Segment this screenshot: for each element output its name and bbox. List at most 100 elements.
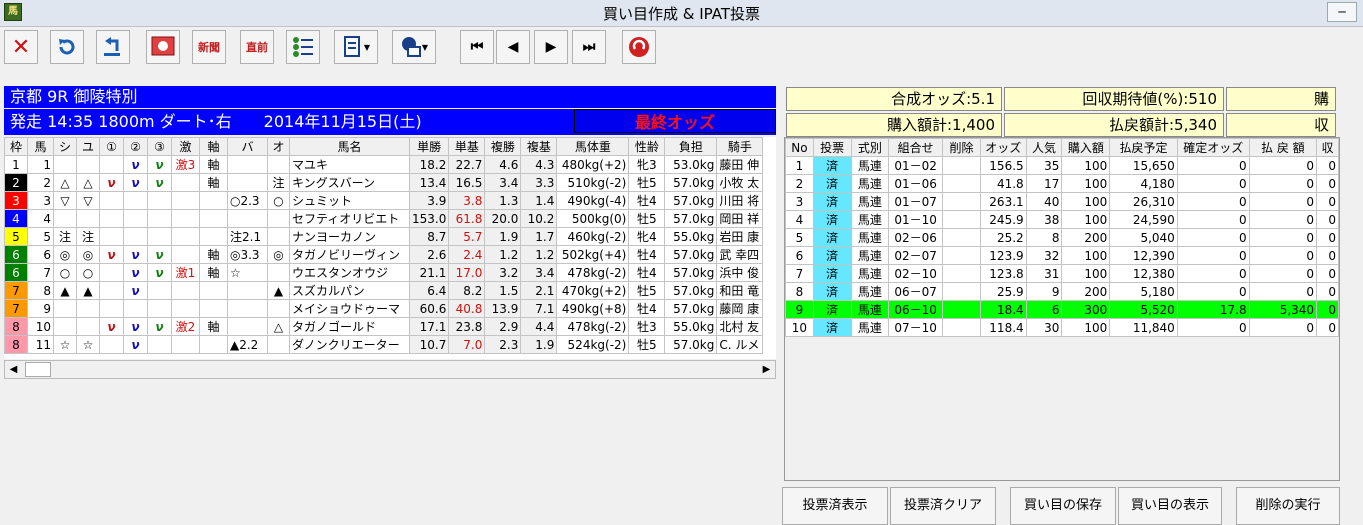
- horse-row[interactable]: 5 5 注注注2.1 ナンヨーカノン 8.7 5.7 1.9 1.7 460kg(-2) 牝4 55…: [4, 227, 764, 246]
- horse-row[interactable]: 7 9 メイショウドゥーマ 60.6 40.8 13.9 7.1 490kg(+8) 牡4 57.…: [4, 299, 764, 318]
- scroll-thumb[interactable]: [25, 362, 51, 377]
- bet-col-header[interactable]: 払 戻 額: [1248, 138, 1318, 157]
- next-race-button[interactable]: ▶: [534, 30, 568, 64]
- bet-col-header[interactable]: 式別: [850, 138, 890, 157]
- horse-col-header[interactable]: バ: [227, 137, 268, 156]
- bet-col-header[interactable]: 収: [1316, 138, 1339, 157]
- bet-row[interactable]: 8 済馬連 06－07 25.9 9 200 5,180 0 0 0: [785, 282, 1339, 301]
- horse-col-header[interactable]: 単勝: [408, 137, 450, 156]
- bet-row[interactable]: 5 済馬連 02－06 25.2 8 200 5,040 0 0 0: [785, 228, 1339, 247]
- bet-cell-kounyu: 100: [1061, 156, 1111, 175]
- horse-row[interactable]: 6 7 ○ ○ ν ν 激1 軸 ☆ ウエスタンオウジ 21.1 17.0 3.2 3.4 478kg(-2…: [4, 263, 764, 282]
- horse-col-header[interactable]: 騎手: [716, 137, 764, 156]
- screen-button[interactable]: [146, 30, 180, 64]
- bet-table-header: No 投票 式別 組合せ 削除 オッズ 人気 購入額 払戻予定 確定オッズ払 戻 額収: [785, 138, 1339, 157]
- horse-col-header[interactable]: 馬: [27, 137, 54, 156]
- bet-col-header[interactable]: 人気: [1025, 138, 1063, 157]
- horse-row[interactable]: 7 8 ▲ ▲ ν ▲ スズカルパン 6.4 8.2 1.5 2.1 470kg(+2) 牡5 57.0k…: [4, 281, 764, 300]
- first-race-button[interactable]: ⏮: [460, 30, 494, 64]
- horse-col-header[interactable]: 性齢: [628, 137, 666, 156]
- bet-cell-harai: 0: [1248, 282, 1318, 301]
- horse-cell-o: [267, 263, 290, 282]
- bet-col-header[interactable]: 購入額: [1061, 138, 1111, 157]
- bet-cell-del: [942, 246, 981, 265]
- bet-cell-kakutei: 0: [1176, 174, 1250, 193]
- bet-cell-ninki: 8: [1025, 228, 1063, 247]
- horse-col-header[interactable]: 馬体重: [556, 137, 630, 156]
- horse-cell-sexage: 牡4: [628, 299, 666, 318]
- horse-col-header[interactable]: 負担: [664, 137, 718, 156]
- horse-col-header[interactable]: ユ: [76, 137, 100, 156]
- prev-race-button[interactable]: ◀: [496, 30, 530, 64]
- ipat-button[interactable]: [622, 30, 656, 64]
- horse-col-header[interactable]: ③: [147, 137, 172, 156]
- horse-cell-yu: [76, 155, 100, 174]
- save-bets-button[interactable]: 買い目の保存: [1010, 487, 1116, 525]
- horse-cell-fukuki: 3.3: [520, 173, 558, 192]
- race-start-bar: 発走 14:35 1800m ダート･右 2014年11月15日(土) 最終オッ…: [4, 109, 776, 135]
- scroll-left-icon[interactable]: ◀: [5, 361, 22, 378]
- bet-row[interactable]: 6 済馬連 02－07 123.9 32 100 12,390 0 0 0: [785, 246, 1339, 265]
- delete-execute-button[interactable]: 削除の実行: [1236, 487, 1340, 525]
- bet-row[interactable]: 10 済馬連 07－10 118.4 30 100 11,840 0 0 0: [785, 318, 1339, 337]
- horse-col-header[interactable]: 複勝: [484, 137, 522, 156]
- close-x-button[interactable]: ✕: [4, 30, 38, 64]
- clear-voted-button[interactable]: 投票済クリア: [890, 487, 996, 525]
- horse-cell-tan: 3.9: [408, 191, 450, 210]
- bet-row[interactable]: 2 済馬連 01－06 41.8 17 100 4,180 0 0 0: [785, 174, 1339, 193]
- bet-col-header[interactable]: 削除: [942, 138, 981, 157]
- horizontal-scrollbar[interactable]: ◀ ▶: [4, 360, 776, 379]
- last-race-button[interactable]: ⏭: [572, 30, 606, 64]
- horse-col-header[interactable]: 単基: [448, 137, 486, 156]
- bet-cell-odds: 156.5: [979, 156, 1027, 175]
- bet-col-header[interactable]: No: [785, 138, 814, 157]
- bet-col-header[interactable]: 確定オッズ: [1176, 138, 1250, 157]
- bet-cell-kumi: 01－02: [888, 156, 944, 175]
- horse-col-header[interactable]: 複基: [520, 137, 558, 156]
- return-button[interactable]: [96, 30, 130, 64]
- scroll-right-icon[interactable]: ▶: [758, 361, 775, 378]
- show-voted-button[interactable]: 投票済表示: [782, 487, 888, 525]
- horse-row[interactable]: 1 1 ν ν 激3 軸マユキ 18.2 22.7 4.6 4.3 480kg(+2) 牝3 53.0k…: [4, 155, 764, 174]
- horse-col-header[interactable]: 激: [171, 137, 200, 156]
- refresh-button[interactable]: [50, 30, 84, 64]
- bet-col-header[interactable]: 投票: [812, 138, 852, 157]
- horse-col-header[interactable]: シ: [53, 137, 77, 156]
- horse-cell-jockey: 和田 竜: [716, 281, 764, 300]
- horse-col-header[interactable]: ①: [99, 137, 124, 156]
- bet-cell-harai: 0: [1248, 318, 1318, 337]
- bet-col-header[interactable]: オッズ: [979, 138, 1027, 157]
- bet-cell-shiki: 馬連: [850, 246, 890, 265]
- chokuzen-button[interactable]: 直前: [240, 30, 274, 64]
- horse-col-header[interactable]: 馬名: [289, 137, 410, 156]
- bet-row[interactable]: 7 済馬連 02－10 123.8 31 100 12,380 0 0 0: [785, 264, 1339, 283]
- horse-cell-m1: [99, 335, 124, 354]
- bet-row[interactable]: 9 済馬連 06－10 18.4 6 300 5,520 17.8 5,340 0: [785, 300, 1339, 319]
- document-dropdown-button[interactable]: ▼: [334, 30, 378, 64]
- ticket-dropdown-button[interactable]: ▼: [392, 30, 436, 64]
- horse-row[interactable]: 2 2 △ △ ν ν ν 軸注キングスバーン 13.4 16.5 3.4 3.3 510kg(-2) 牡…: [4, 173, 764, 192]
- bet-col-header[interactable]: 組合せ: [888, 138, 944, 157]
- horse-row[interactable]: 6 6 ◎ ◎ ν ν ν 軸 ◎3.3 ◎ タガノビリーヴィン 2.6 2.4 1.2 1.2 502kg(…: [4, 245, 764, 264]
- bet-row[interactable]: 3 済馬連 01－07 263.1 40 100 26,310 0 0 0: [785, 192, 1339, 211]
- window-title: 買い目作成 & IPAT投票: [602, 5, 760, 23]
- bet-row[interactable]: 1 済馬連 01－02 156.5 35 100 15,650 0 0 0: [785, 156, 1339, 175]
- horse-col-header[interactable]: 枠: [4, 137, 28, 156]
- horse-col-header[interactable]: オ: [267, 137, 290, 156]
- horse-col-header[interactable]: ②: [123, 137, 148, 156]
- horse-cell-tan: 10.7: [408, 335, 450, 354]
- show-bets-button[interactable]: 買い目の表示: [1118, 487, 1222, 525]
- list-button[interactable]: [286, 30, 320, 64]
- bet-cell-shu: 0: [1316, 246, 1339, 265]
- horse-row[interactable]: 3 3 ▽ ▽ ○2.3 ○ シュミット 3.9 3.8 1.3 1.4 490kg(-4) 牡4 57.…: [4, 191, 764, 210]
- horse-col-header[interactable]: 軸: [199, 137, 228, 156]
- newspaper-button[interactable]: 新聞: [192, 30, 226, 64]
- horse-row[interactable]: 8 10 ν ν ν 激2 軸 △ タガノゴールド 17.1 23.8 2.9 4.4 478kg(-2)…: [4, 317, 764, 336]
- bet-col-header[interactable]: 払戻予定: [1109, 138, 1178, 157]
- horse-row[interactable]: 8 11 ☆ ☆ ν ▲2.2 ダノンクリエーター 10.7 7.0 2.3 1.9 524kg(-2…: [4, 335, 764, 354]
- minimize-button[interactable]: ─: [1327, 2, 1357, 22]
- bet-row[interactable]: 4 済馬連 01－10 245.9 38 100 24,590 0 0 0: [785, 210, 1339, 229]
- horse-row[interactable]: 4 4 セフティオリビエト 153.0 61.8 20.0 10.2 500kg(0) 牡5 57…: [4, 209, 764, 228]
- bet-cell-yotei: 15,650: [1109, 156, 1178, 175]
- horse-cell-futan: 55.0kg: [664, 227, 718, 246]
